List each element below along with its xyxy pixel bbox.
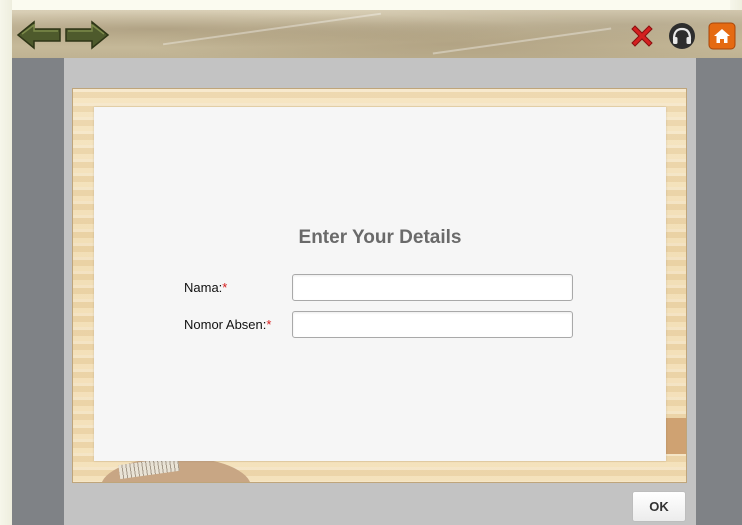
paper-crease — [162, 12, 382, 46]
close-icon — [631, 25, 653, 47]
forward-button[interactable] — [64, 20, 110, 50]
nomor-absen-label-text: Nomor Absen: — [184, 317, 267, 332]
close-button[interactable] — [628, 22, 656, 50]
nomor-absen-input[interactable] — [292, 311, 573, 338]
back-button[interactable] — [16, 20, 62, 50]
audio-button[interactable] — [668, 22, 696, 50]
forward-arrow-icon — [65, 20, 110, 50]
paper-crease — [432, 27, 612, 55]
headphones-icon — [669, 23, 695, 49]
nomor-absen-label: Nomor Absen:* — [184, 317, 271, 332]
required-mark: * — [266, 317, 272, 332]
back-arrow-icon — [16, 20, 61, 50]
home-button[interactable] — [708, 22, 736, 50]
frame-edge-left — [0, 0, 12, 525]
nama-label-text: Nama: — [184, 280, 223, 295]
home-icon — [708, 22, 736, 50]
form-title: Enter Your Details — [298, 227, 462, 248]
details-form-panel: Enter Your Details Nama:* Nomor Absen:* — [94, 107, 666, 461]
top-toolbar — [12, 10, 742, 58]
ok-button[interactable]: OK — [632, 491, 686, 522]
nama-label: Nama:* — [184, 280, 227, 295]
required-mark: * — [222, 280, 228, 295]
nama-input[interactable] — [292, 274, 573, 301]
